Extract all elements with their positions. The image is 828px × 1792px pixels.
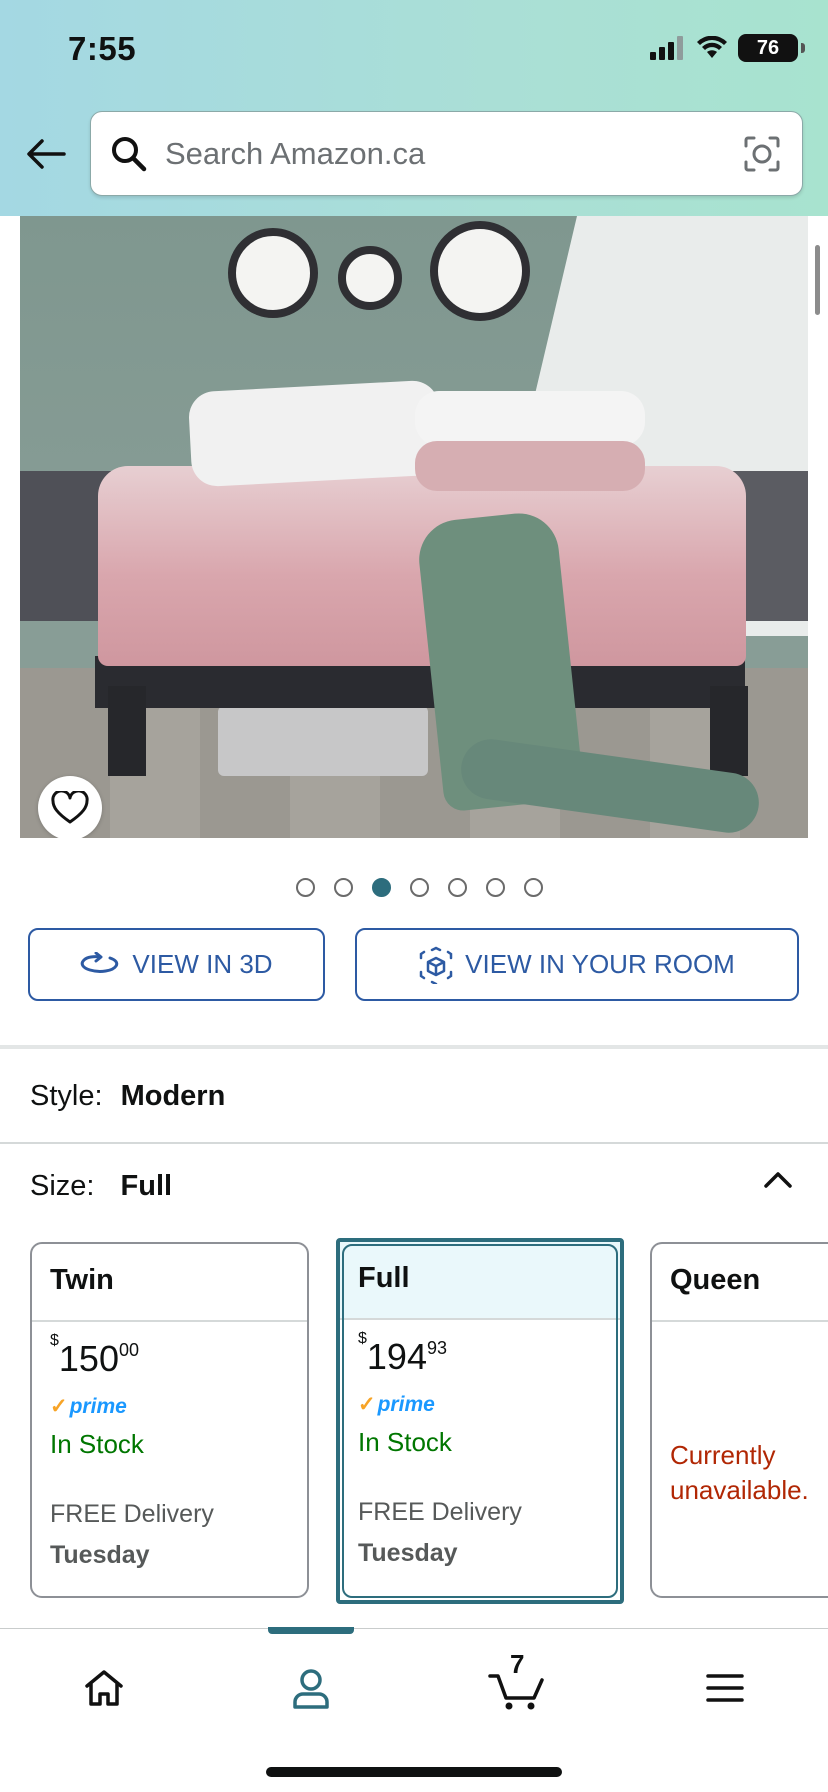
image-bed-leg: [710, 686, 748, 776]
search-bar[interactable]: Search Amazon.ca: [90, 111, 803, 196]
carousel-dot[interactable]: [295, 878, 315, 897]
size-option-name: Queen: [652, 1244, 828, 1322]
carousel-dot[interactable]: [409, 878, 429, 897]
price-whole: 194: [366, 1336, 427, 1377]
price-whole: 150: [58, 1338, 119, 1379]
product-image[interactable]: [20, 216, 808, 838]
nav-cart[interactable]: 7: [482, 1649, 552, 1723]
wifi-icon: [697, 36, 727, 58]
prime-label: prime: [69, 1394, 127, 1418]
style-label: Style:: [30, 1080, 103, 1112]
prime-badge: ✓ prime: [358, 1392, 602, 1417]
wall-plate: [338, 246, 402, 310]
carousel-dot[interactable]: [371, 878, 391, 897]
image-pillow: [415, 391, 645, 446]
search-icon: [112, 137, 147, 172]
user-icon: [293, 1669, 329, 1709]
carousel-dot[interactable]: [333, 878, 353, 897]
size-option-queen[interactable]: Queen Currently unavailable.: [650, 1242, 828, 1598]
price-cents: 93: [426, 1338, 448, 1358]
price-cents: 00: [118, 1340, 140, 1360]
wall-plate: [228, 228, 318, 318]
size-value: Full: [120, 1170, 173, 1202]
image-bed-leg: [108, 686, 146, 776]
carousel-dot[interactable]: [485, 878, 505, 897]
view-in-your-room-button[interactable]: VIEW IN YOUR ROOM: [355, 928, 799, 1001]
status-time: 7:55: [68, 30, 137, 67]
cart-count-badge: 7: [510, 1649, 525, 1679]
delivery-day: Tuesday: [358, 1539, 458, 1567]
chevron-up-icon[interactable]: [762, 1168, 794, 1192]
size-label: Size:: [30, 1170, 95, 1202]
carousel-dot[interactable]: [447, 878, 467, 897]
header: 7:55 76 Search Amazon.ca: [0, 0, 828, 216]
ar-cube-icon: [419, 946, 453, 984]
nav-menu[interactable]: [690, 1653, 760, 1723]
nav-home[interactable]: [69, 1653, 139, 1723]
size-selector-header[interactable]: Size: Full: [30, 1170, 172, 1203]
nav-account[interactable]: [276, 1653, 346, 1723]
battery-indicator: 76: [738, 34, 805, 62]
home-icon: [85, 1670, 123, 1706]
add-to-wishlist-button[interactable]: [38, 776, 102, 838]
image-storage-box: [218, 706, 428, 776]
camera-lens-icon[interactable]: [742, 134, 782, 174]
delivery-info: FREE Delivery: [358, 1498, 522, 1526]
style-selector[interactable]: Style: Modern: [30, 1080, 225, 1113]
delivery-info: FREE Delivery: [50, 1500, 214, 1528]
delivery-day: Tuesday: [50, 1541, 150, 1569]
back-button[interactable]: [22, 130, 70, 178]
wall-plate: [430, 221, 530, 321]
view-in-3d-button[interactable]: VIEW IN 3D: [28, 928, 325, 1001]
back-arrow-icon: [27, 139, 66, 169]
image-pillow: [415, 441, 645, 491]
carousel-dots: [0, 878, 828, 897]
rotate-3d-icon: [81, 951, 119, 973]
home-indicator: [266, 1767, 562, 1777]
prime-label: prime: [377, 1392, 435, 1416]
currency-symbol: $: [50, 1332, 59, 1349]
availability-status: Currently unavailable.: [670, 1440, 809, 1506]
search-input[interactable]: Search Amazon.ca: [165, 136, 425, 172]
prime-check-icon: ✓: [358, 1393, 376, 1416]
active-tab-indicator: [268, 1627, 354, 1634]
currency-symbol: $: [358, 1330, 367, 1347]
signal-icon: [650, 36, 683, 60]
image-pillow: [187, 379, 443, 488]
section-divider: [0, 1142, 828, 1144]
stock-status: In Stock: [358, 1427, 452, 1457]
price: $15000: [50, 1332, 289, 1380]
size-option-twin[interactable]: Twin $15000 ✓ prime In Stock FREE Deliver…: [30, 1242, 309, 1598]
style-value: Modern: [120, 1080, 226, 1112]
price: $19493: [358, 1330, 602, 1378]
size-option-full[interactable]: Full $19493 ✓ prime In Stock FREE Deliver…: [336, 1238, 624, 1604]
view-in-3d-label: VIEW IN 3D: [132, 949, 273, 979]
hamburger-menu-icon: [706, 1674, 744, 1702]
scrollbar[interactable]: [815, 245, 820, 315]
prime-check-icon: ✓: [50, 1395, 68, 1418]
section-divider: [0, 1045, 828, 1049]
size-option-name: Full: [340, 1242, 620, 1320]
status-icons: 76: [650, 34, 805, 62]
prime-badge: ✓ prime: [50, 1394, 289, 1419]
size-option-name: Twin: [32, 1244, 307, 1322]
heart-icon: [51, 791, 89, 824]
carousel-dot[interactable]: [523, 878, 543, 897]
view-in-your-room-label: VIEW IN YOUR ROOM: [465, 949, 735, 979]
stock-status: In Stock: [50, 1429, 144, 1459]
